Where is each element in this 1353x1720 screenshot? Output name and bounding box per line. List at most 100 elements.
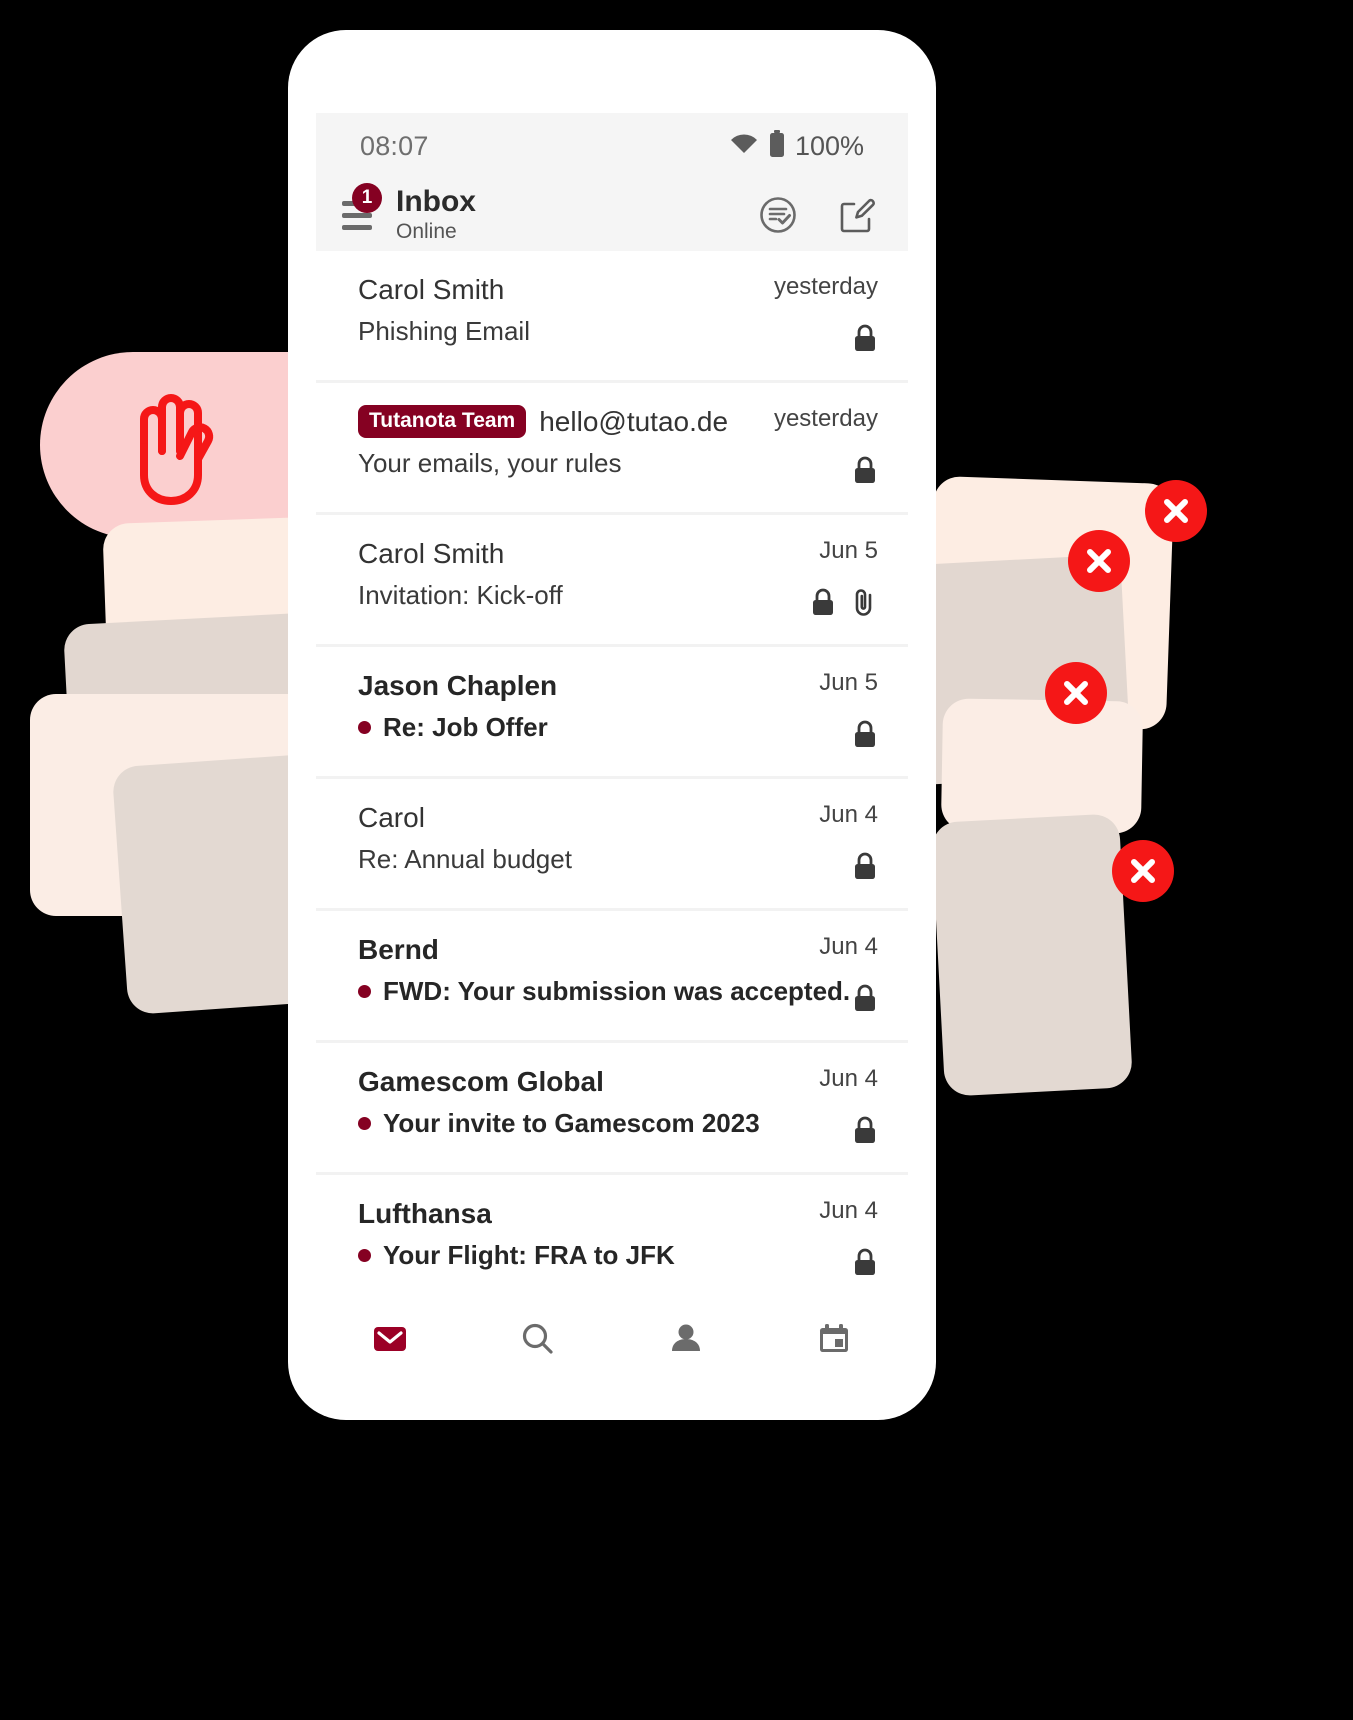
circle-x-icon xyxy=(1112,840,1174,902)
mail-row[interactable]: Jason Chaplen Re: Job Offer Jun 5 xyxy=(316,647,908,776)
mail-row-icons xyxy=(852,851,878,886)
mail-row[interactable]: Carol Smith Phishing Email yesterday xyxy=(316,251,908,380)
app-bar: 1 Inbox Online xyxy=(316,179,908,251)
mail-row-content: Carol Re: Annual budget xyxy=(358,801,803,875)
decorative-card-right-3 xyxy=(940,698,1144,834)
calendar-tab[interactable] xyxy=(760,1298,908,1384)
mail-subject: Your invite to Gamescom 2023 xyxy=(383,1108,760,1139)
mail-row-icons xyxy=(852,323,878,358)
mail-row-subject-line: Your Flight: FRA to JFK xyxy=(358,1240,803,1271)
mail-row-content: Bernd FWD: Your submission was accepted. xyxy=(358,933,850,1007)
connection-status: Online xyxy=(396,220,457,244)
lock-icon xyxy=(852,719,878,754)
phone-mockup: 08:07 100% 1 Inbox Online Carol Smith Ph… xyxy=(288,30,936,1420)
circle-x-icon xyxy=(1068,530,1130,592)
phone-screen: 08:07 100% 1 Inbox Online Carol Smith Ph… xyxy=(316,113,908,1347)
mail-subject: Phishing Email xyxy=(358,316,530,347)
mail-date: Jun 4 xyxy=(819,801,878,828)
mail-subject: Your Flight: FRA to JFK xyxy=(383,1240,675,1271)
lock-icon xyxy=(852,983,878,1018)
mail-row[interactable]: Carol Smith Invitation: Kick-off Jun 5 xyxy=(316,515,908,644)
mail-row-subject-line: Your invite to Gamescom 2023 xyxy=(358,1108,803,1139)
mail-row-icons xyxy=(852,719,878,754)
mail-row-subject-line: Invitation: Kick-off xyxy=(358,580,794,611)
mail-row-icons xyxy=(852,1115,878,1150)
mail-date: Jun 4 xyxy=(819,1197,878,1224)
bottom-navigation xyxy=(316,1298,908,1384)
app-bar-titles: Inbox Online xyxy=(396,186,756,245)
mail-sender: Carol xyxy=(358,802,425,833)
mail-row-content: Jason Chaplen Re: Job Offer xyxy=(358,669,803,743)
mail-row-subject-line: FWD: Your submission was accepted. xyxy=(358,976,850,1007)
mail-row-icons xyxy=(852,983,878,1018)
contacts-tab[interactable] xyxy=(612,1298,760,1384)
status-bar: 08:07 100% xyxy=(316,113,908,179)
circle-x-icon xyxy=(1145,480,1207,542)
mail-row-content: Gamescom Global Your invite to Gamescom 2… xyxy=(358,1065,803,1139)
mail-subject: Invitation: Kick-off xyxy=(358,580,563,611)
mail-date: Jun 5 xyxy=(819,669,878,696)
unread-dot-icon xyxy=(358,1249,371,1263)
mail-row-meta: Jun 4 xyxy=(819,933,878,1018)
lock-icon xyxy=(810,587,836,622)
mail-row-header: Gamescom Global xyxy=(358,1065,803,1098)
mail-row[interactable]: Gamescom Global Your invite to Gamescom 2… xyxy=(316,1043,908,1172)
mail-row-header: Jason Chaplen xyxy=(358,669,803,702)
unread-count-badge: 1 xyxy=(352,183,382,213)
mail-date: Jun 5 xyxy=(819,537,878,564)
mail-icon xyxy=(368,1317,412,1366)
battery-full-icon xyxy=(768,129,786,163)
mail-row-subject-line: Re: Job Offer xyxy=(358,712,803,743)
mail-row-header: Carol Smith xyxy=(358,537,794,570)
search-icon xyxy=(516,1317,560,1366)
page-title: Inbox xyxy=(396,184,476,218)
wifi-icon xyxy=(729,132,759,161)
lock-icon xyxy=(852,1115,878,1150)
mail-row-header: Lufthansa xyxy=(358,1197,803,1230)
mail-row-content: Carol Smith Invitation: Kick-off xyxy=(358,537,794,611)
lock-icon xyxy=(852,455,878,490)
mail-subject: Re: Job Offer xyxy=(383,712,548,743)
status-time: 08:07 xyxy=(360,130,429,161)
mail-row-subject-line: Re: Annual budget xyxy=(358,844,803,875)
illustration-stage: 08:07 100% 1 Inbox Online Carol Smith Ph… xyxy=(0,0,1353,1720)
mail-row[interactable]: Bernd FWD: Your submission was accepted. J… xyxy=(316,911,908,1040)
mail-row-meta: Jun 4 xyxy=(819,801,878,886)
search-tab[interactable] xyxy=(464,1298,612,1384)
mail-date: yesterday xyxy=(773,273,878,300)
mail-sender: Gamescom Global xyxy=(358,1066,604,1097)
mail-sender: Bernd xyxy=(358,934,439,965)
mail-row[interactable]: Lufthansa Your Flight: FRA to JFK Jun 4 xyxy=(316,1175,908,1304)
mail-date: Jun 4 xyxy=(819,1065,878,1092)
burger-line xyxy=(342,212,372,218)
mail-subject: Your emails, your rules xyxy=(358,448,622,479)
mark-all-read-icon[interactable] xyxy=(756,193,800,237)
mail-tab[interactable] xyxy=(316,1298,464,1384)
mail-sender: Jason Chaplen xyxy=(358,670,558,701)
hamburger-menu-icon[interactable]: 1 xyxy=(338,183,382,237)
lock-icon xyxy=(852,1247,878,1282)
mail-subject: FWD: Your submission was accepted. xyxy=(383,976,851,1007)
mail-row[interactable]: Carol Re: Annual budget Jun 4 xyxy=(316,779,908,908)
person-icon xyxy=(664,1317,708,1366)
stop-hand-icon xyxy=(118,385,226,505)
compose-icon[interactable] xyxy=(834,193,878,237)
mail-row-icons xyxy=(852,1247,878,1282)
mail-row[interactable]: Tutanota Team hello@tutao.de Your emails, … xyxy=(316,383,908,512)
mail-sender: Carol Smith xyxy=(358,274,505,305)
mail-row-subject-line: Phishing Email xyxy=(358,316,758,347)
mail-row-header: Carol Smith xyxy=(358,273,758,306)
mail-date: yesterday xyxy=(773,405,878,432)
mail-row-subject-line: Your emails, your rules xyxy=(358,448,758,479)
sender-tag: Tutanota Team xyxy=(358,405,527,438)
decorative-card-right-4 xyxy=(930,813,1134,1097)
status-indicators: 100% xyxy=(729,129,864,163)
mail-row-meta: yesterday xyxy=(774,405,878,490)
battery-percent: 100% xyxy=(794,130,864,161)
unread-dot-icon xyxy=(358,1117,371,1131)
attachment-icon xyxy=(852,587,878,622)
unread-dot-icon xyxy=(358,985,371,999)
mail-row-meta: Jun 4 xyxy=(819,1065,878,1150)
circle-x-icon xyxy=(1045,662,1107,724)
mail-row-meta: yesterday xyxy=(774,273,878,358)
